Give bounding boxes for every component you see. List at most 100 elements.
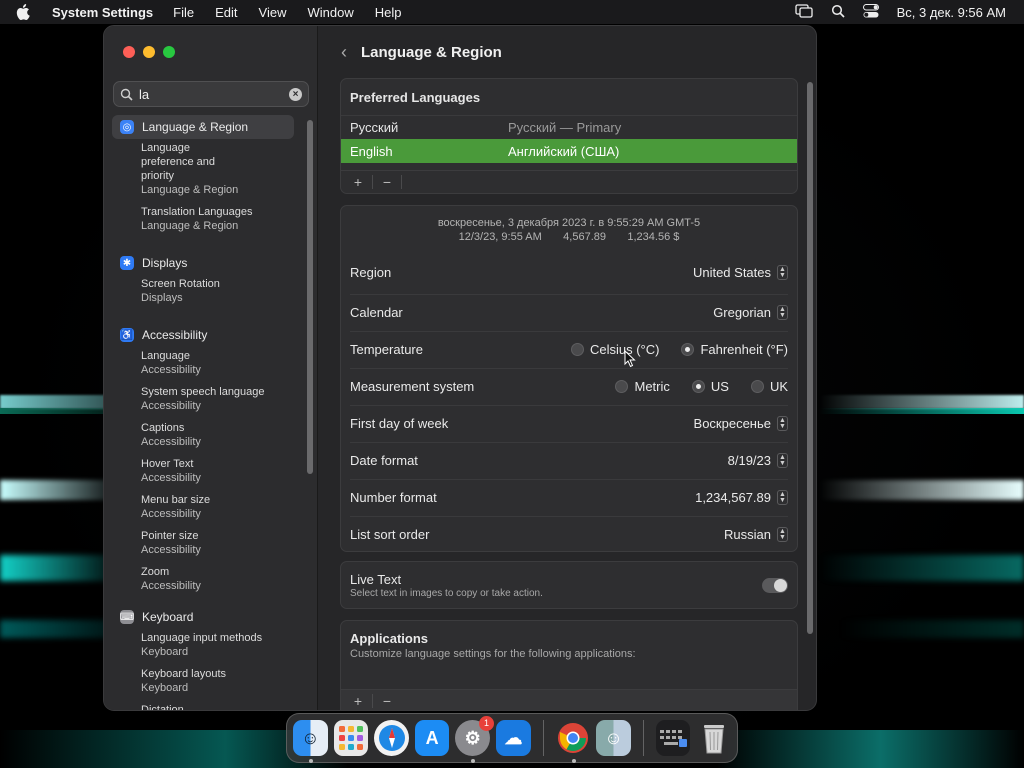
stepper-icon: ▲ ▼: [777, 305, 788, 320]
screen-mirroring-icon[interactable]: [794, 3, 813, 21]
finder-secondary-icon[interactable]: ☺: [596, 720, 631, 756]
applications-description: Customize language settings for the foll…: [350, 648, 636, 660]
result-item-title: Screen Rotation: [141, 278, 220, 290]
language-row-selected[interactable]: English Английский (США): [341, 139, 797, 163]
sidebar: la × ◎ Language & Region Language prefer…: [104, 26, 318, 710]
date-format-row: Date format 8/19/23 ▲ ▼: [341, 442, 797, 479]
close-window-button[interactable]: [123, 46, 135, 58]
radio-label: Fahrenheit (°F): [700, 342, 788, 357]
trash-icon[interactable]: [696, 720, 731, 756]
popup-value: Russian: [724, 527, 771, 542]
result-item[interactable]: Keyboard layouts Keyboard: [112, 667, 294, 695]
content-scrollbar[interactable]: [807, 82, 813, 634]
list-sort-popup[interactable]: Russian ▲ ▼: [724, 527, 788, 542]
system-settings-window: la × ◎ Language & Region Language prefer…: [103, 25, 817, 711]
result-item[interactable]: Language input methods Keyboard: [112, 631, 294, 659]
notification-badge: 1: [479, 716, 495, 731]
menu-view[interactable]: View: [259, 5, 287, 20]
menu-clock[interactable]: Вс, 3 дек. 9:56 AM: [897, 5, 1006, 20]
add-language-button[interactable]: +: [347, 174, 369, 190]
keyboard-viewer-icon[interactable]: [655, 720, 691, 756]
sidebar-scrollbar[interactable]: [307, 120, 313, 474]
result-item[interactable]: Language preference and priority Languag…: [112, 141, 242, 197]
apple-icon[interactable]: [16, 4, 34, 20]
language-detail: Русский — Primary: [508, 120, 622, 135]
result-item[interactable]: Dictation: [112, 703, 294, 710]
calendar-popup[interactable]: Gregorian ▲ ▼: [713, 305, 788, 320]
result-item[interactable]: System speech language Accessibility: [112, 385, 294, 413]
us-radio[interactable]: US: [691, 379, 729, 394]
row-label: First day of week: [350, 416, 449, 431]
result-displays[interactable]: ✱ Displays: [112, 251, 294, 275]
menu-file[interactable]: File: [173, 5, 194, 20]
language-row[interactable]: Русский Русский — Primary: [341, 115, 797, 139]
menu-bar: System Settings File Edit View Window He…: [0, 0, 1024, 24]
menu-app-name[interactable]: System Settings: [52, 5, 153, 20]
result-item-section: Accessibility: [141, 364, 201, 376]
menu-help[interactable]: Help: [375, 5, 402, 20]
result-keyboard[interactable]: ⌨ Keyboard: [112, 605, 294, 629]
safari-icon[interactable]: [374, 720, 409, 756]
result-item-section: Keyboard: [141, 682, 189, 694]
uk-radio[interactable]: UK: [750, 379, 788, 394]
result-item[interactable]: Pointer size Accessibility: [112, 529, 294, 557]
back-chevron-icon[interactable]: ‹: [341, 42, 347, 63]
spotlight-search-icon[interactable]: [831, 4, 845, 21]
clear-search-icon[interactable]: ×: [289, 87, 302, 101]
zoom-window-button[interactable]: [163, 46, 175, 58]
system-settings-icon[interactable]: ⚙ 1: [455, 716, 495, 763]
live-text-description: Select text in images to copy or take ac…: [350, 587, 543, 599]
result-item[interactable]: Zoom Accessibility: [112, 565, 294, 593]
live-text-toggle[interactable]: [762, 577, 788, 593]
menu-edit[interactable]: Edit: [215, 5, 237, 20]
result-item-title: Keyboard layouts: [141, 668, 226, 680]
search-input[interactable]: la: [139, 87, 289, 102]
control-center-icon[interactable]: [862, 3, 879, 21]
preferred-languages-section: Preferred Languages Русский Русский — Pr…: [340, 78, 798, 194]
radio-icon: [750, 380, 764, 393]
fahrenheit-radio[interactable]: Fahrenheit (°F): [681, 342, 788, 357]
menu-window[interactable]: Window: [307, 5, 353, 20]
result-accessibility[interactable]: ♿ Accessibility: [112, 323, 294, 347]
result-language-region[interactable]: ◎ Language & Region: [112, 115, 294, 139]
celsius-radio[interactable]: Celsius (°C): [570, 342, 659, 357]
result-item[interactable]: Menu bar size Accessibility: [112, 493, 294, 521]
first-day-row: First day of week Воскресенье ▲ ▼: [341, 405, 797, 442]
live-text-section: Live Text Select text in images to copy …: [340, 561, 798, 609]
result-item[interactable]: Translation Languages Language & Region: [112, 205, 294, 233]
language-detail: Английский (США): [508, 143, 620, 159]
stepper-icon: ▲ ▼: [777, 416, 788, 431]
chrome-icon[interactable]: [556, 720, 591, 763]
result-item[interactable]: Hover Text Accessibility: [112, 457, 294, 485]
remove-application-button[interactable]: −: [376, 693, 398, 709]
app-store-icon[interactable]: A: [414, 720, 450, 756]
radio-icon: [570, 343, 584, 356]
format-preview-date: воскресенье, 3 декабря 2023 г. в 9:55:29…: [437, 217, 701, 229]
result-item[interactable]: Captions Accessibility: [112, 421, 294, 449]
result-item-section: Accessibility: [141, 580, 201, 592]
stepper-icon: ▲ ▼: [777, 527, 788, 542]
first-day-popup[interactable]: Воскресенье ▲ ▼: [694, 416, 788, 431]
result-category-label: Displays: [142, 256, 188, 270]
result-item[interactable]: Language Accessibility: [112, 349, 294, 377]
result-category-label: Language & Region: [142, 120, 249, 134]
number-format-popup[interactable]: 1,234,567.89 ▲ ▼: [695, 490, 788, 505]
number-format-row: Number format 1,234,567.89 ▲ ▼: [341, 479, 797, 516]
result-item[interactable]: Screen Rotation Displays: [112, 277, 294, 305]
region-popup[interactable]: United States ▲ ▼: [693, 265, 788, 280]
minimize-window-button[interactable]: [143, 46, 155, 58]
search-icon: [120, 88, 133, 101]
radio-label: Metric: [634, 379, 670, 394]
sidebar-search-field[interactable]: la ×: [113, 81, 309, 107]
mouse-pointer-icon: [624, 350, 636, 368]
weather-icon[interactable]: ☁: [496, 720, 531, 756]
row-label: Number format: [350, 490, 437, 505]
result-item-title: Pointer size: [141, 530, 199, 542]
add-application-button[interactable]: +: [347, 693, 369, 709]
finder-icon[interactable]: ☺: [293, 720, 328, 763]
metric-radio[interactable]: Metric: [615, 379, 670, 394]
launchpad-icon[interactable]: [333, 720, 369, 756]
remove-language-button[interactable]: −: [376, 174, 398, 190]
date-format-popup[interactable]: 8/19/23 ▲ ▼: [728, 453, 788, 468]
list-sort-row: List sort order Russian ▲ ▼: [341, 516, 797, 551]
